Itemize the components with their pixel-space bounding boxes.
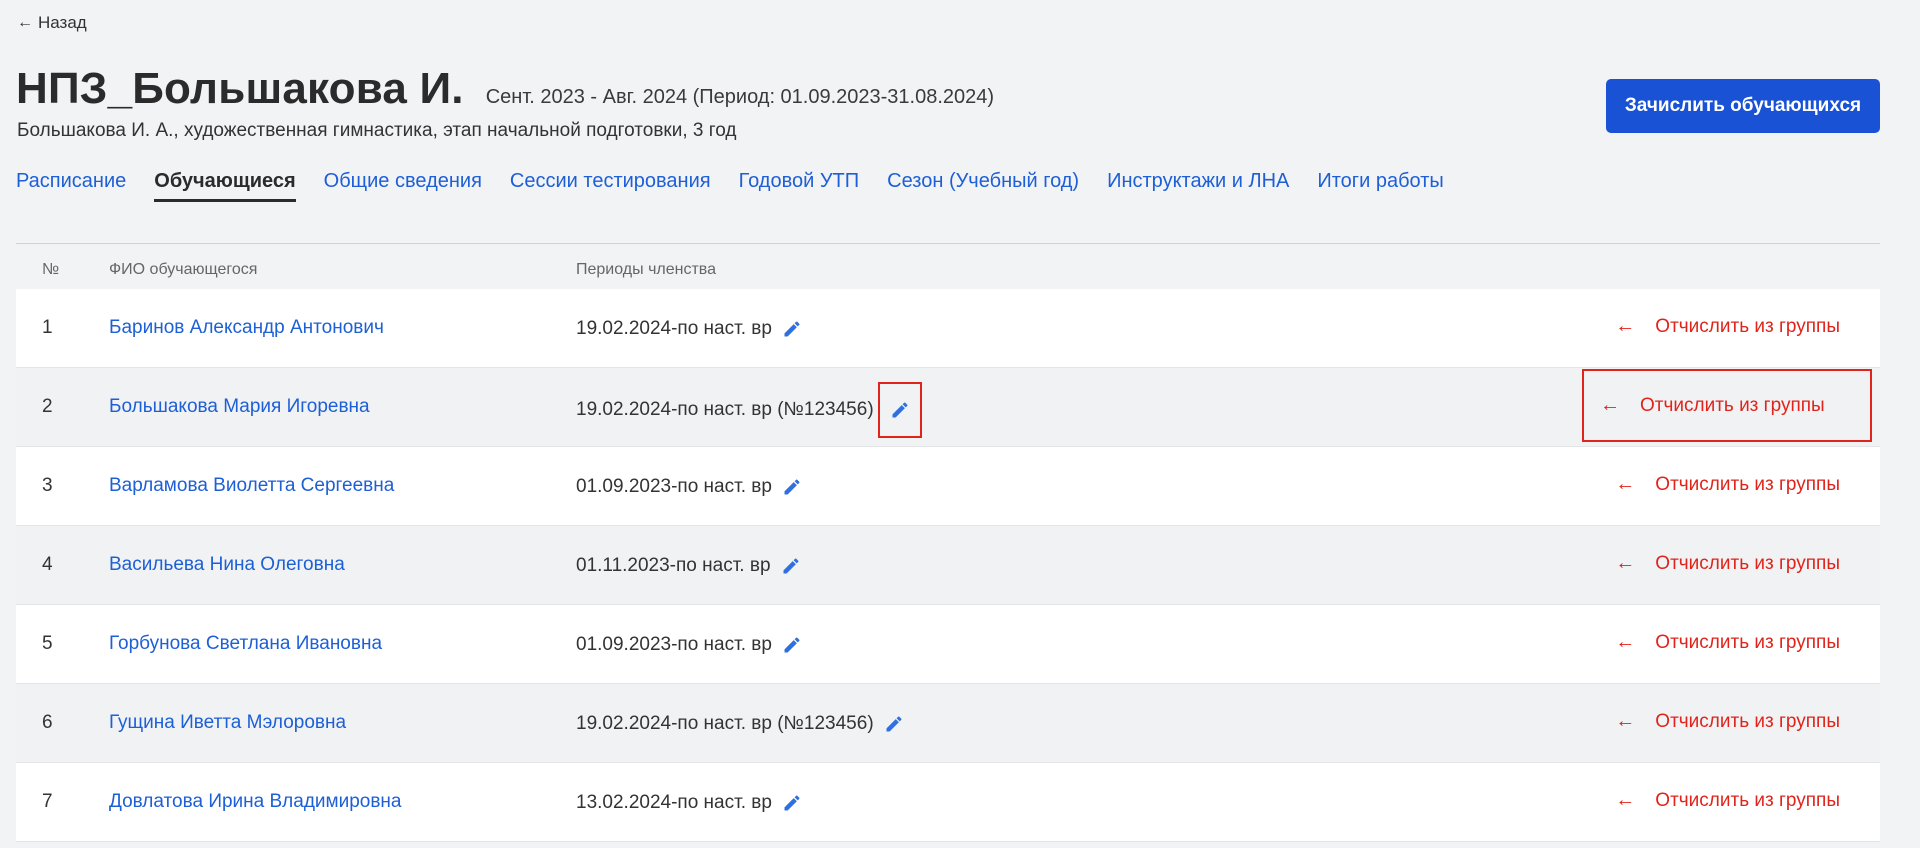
- divider: [16, 243, 1880, 244]
- membership-period: 01.09.2023-по наст. вр: [576, 475, 804, 499]
- membership-period: 01.09.2023-по наст. вр: [576, 633, 804, 657]
- membership-period: 01.11.2023-по наст. вр: [576, 554, 803, 578]
- arrow-left-icon: ←: [1615, 631, 1636, 653]
- table-row: 3 Варламова Виолетта Сергеевна 01.09.202…: [16, 447, 1880, 526]
- period-text: 01.09.2023-по наст. вр: [576, 476, 772, 497]
- expel-from-group-button[interactable]: ← Отчислить из группы: [1615, 473, 1840, 496]
- tab-annual-plan[interactable]: Годовой УТП: [739, 170, 860, 202]
- student-name-link[interactable]: Горбунова Светлана Ивановна: [109, 633, 382, 655]
- arrow-left-icon: ←: [1615, 473, 1636, 495]
- row-number: 3: [42, 475, 53, 496]
- expel-label: Отчислить из группы: [1655, 789, 1840, 811]
- membership-period: 19.02.2024-по наст. вр (№123456): [576, 712, 906, 736]
- row-number: 4: [42, 554, 53, 575]
- pencil-icon[interactable]: [779, 554, 803, 578]
- enroll-students-button[interactable]: Зачислить обучающихся: [1606, 79, 1880, 133]
- membership-period: 19.02.2024-по наст. вр (№123456): [576, 382, 922, 438]
- period-text: 01.09.2023-по наст. вр: [576, 634, 772, 655]
- expel-label: Отчислить из группы: [1655, 315, 1840, 337]
- period-text: 19.02.2024-по наст. вр (№123456): [576, 399, 874, 420]
- expel-label: Отчислить из группы: [1655, 552, 1840, 574]
- expel-label: Отчислить из группы: [1655, 631, 1840, 653]
- period-text: 01.11.2023-по наст. вр: [576, 555, 771, 576]
- expel-from-group-button[interactable]: ← Отчислить из группы: [1615, 631, 1840, 654]
- membership-period: 13.02.2024-по наст. вр: [576, 791, 804, 815]
- pencil-icon[interactable]: [780, 317, 804, 341]
- tab-season[interactable]: Сезон (Учебный год): [887, 170, 1079, 202]
- back-link[interactable]: ← Назад: [17, 13, 87, 33]
- expel-label: Отчислить из группы: [1655, 710, 1840, 732]
- tab-students[interactable]: Обучающиеся: [154, 170, 296, 202]
- membership-period: 19.02.2024-по наст. вр: [576, 317, 804, 341]
- student-name-link[interactable]: Гущина Иветта Мэлоровна: [109, 712, 346, 734]
- row-number: 5: [42, 633, 53, 654]
- table-row: 4 Васильева Нина Олеговна 01.11.2023-по …: [16, 526, 1880, 605]
- column-header-periods: Периоды членства: [576, 261, 717, 278]
- table-row: 5 Горбунова Светлана Ивановна 01.09.2023…: [16, 605, 1880, 684]
- expel-label: Отчислить из группы: [1655, 473, 1840, 495]
- table-row: 1 Баринов Александр Антонович 19.02.2024…: [16, 289, 1880, 368]
- table-row: 6 Гущина Иветта Мэлоровна 19.02.2024-по …: [16, 684, 1880, 763]
- pencil-icon[interactable]: [780, 475, 804, 499]
- pencil-icon[interactable]: [780, 633, 804, 657]
- table-row: 2 Большакова Мария Игоревна 19.02.2024-п…: [16, 368, 1880, 447]
- arrow-left-icon: ←: [1600, 394, 1620, 416]
- student-name-link[interactable]: Большакова Мария Игоревна: [109, 396, 370, 418]
- row-number: 7: [42, 791, 53, 812]
- tab-schedule[interactable]: Расписание: [16, 170, 126, 202]
- expel-from-group-button[interactable]: ← Отчислить из группы: [1582, 369, 1872, 442]
- header: НПЗ_Большакова И. Сент. 2023 - Авг. 2024…: [16, 64, 994, 114]
- pencil-icon[interactable]: [882, 712, 906, 736]
- tab-bar: Расписание Обучающиеся Общие сведения Се…: [16, 170, 1472, 202]
- student-name-link[interactable]: Баринов Александр Антонович: [109, 317, 384, 339]
- arrow-left-icon: ←: [1615, 315, 1636, 337]
- expel-from-group-button[interactable]: ← Отчислить из группы: [1615, 710, 1840, 733]
- row-number: 6: [42, 712, 53, 733]
- period-text: 13.02.2024-по наст. вр: [576, 792, 772, 813]
- tab-general-info[interactable]: Общие сведения: [324, 170, 482, 202]
- student-name-link[interactable]: Довлатова Ирина Владимировна: [109, 791, 402, 813]
- period-label: Сент. 2023 - Авг. 2024 (Период: 01.09.20…: [485, 86, 995, 108]
- table-header: № ФИО обучающегося Периоды членства: [16, 261, 1880, 287]
- expel-from-group-button[interactable]: ← Отчислить из группы: [1615, 552, 1840, 575]
- column-header-num: №: [42, 261, 60, 278]
- arrow-left-icon: ←: [17, 14, 33, 31]
- arrow-left-icon: ←: [1615, 710, 1636, 732]
- row-number: 1: [42, 317, 53, 338]
- expel-from-group-button[interactable]: ← Отчислить из группы: [1615, 315, 1840, 338]
- page-title: НПЗ_Большакова И.: [16, 64, 464, 113]
- arrow-left-icon: ←: [1615, 789, 1636, 811]
- tab-testing-sessions[interactable]: Сессии тестирования: [510, 170, 711, 202]
- pencil-icon[interactable]: [780, 791, 804, 815]
- column-header-name: ФИО обучающегося: [109, 261, 258, 278]
- period-text: 19.02.2024-по наст. вр: [576, 318, 772, 339]
- tab-briefings[interactable]: Инструктажи и ЛНА: [1107, 170, 1289, 202]
- arrow-left-icon: ←: [1615, 552, 1636, 574]
- table-row: 7 Довлатова Ирина Владимировна 13.02.202…: [16, 763, 1880, 842]
- expel-from-group-button[interactable]: ← Отчислить из группы: [1615, 789, 1840, 812]
- period-text: 19.02.2024-по наст. вр (№123456): [576, 713, 874, 734]
- student-name-link[interactable]: Варламова Виолетта Сергеевна: [109, 475, 394, 497]
- expel-label: Отчислить из группы: [1640, 394, 1825, 416]
- student-name-link[interactable]: Васильева Нина Олеговна: [109, 554, 345, 576]
- back-label: Назад: [38, 13, 87, 32]
- pencil-icon[interactable]: [877, 382, 922, 438]
- row-number: 2: [42, 396, 53, 417]
- group-subtitle: Большакова И. А., художественная гимнаст…: [17, 120, 737, 141]
- tab-results[interactable]: Итоги работы: [1317, 170, 1443, 202]
- students-table: 1 Баринов Александр Антонович 19.02.2024…: [16, 289, 1880, 842]
